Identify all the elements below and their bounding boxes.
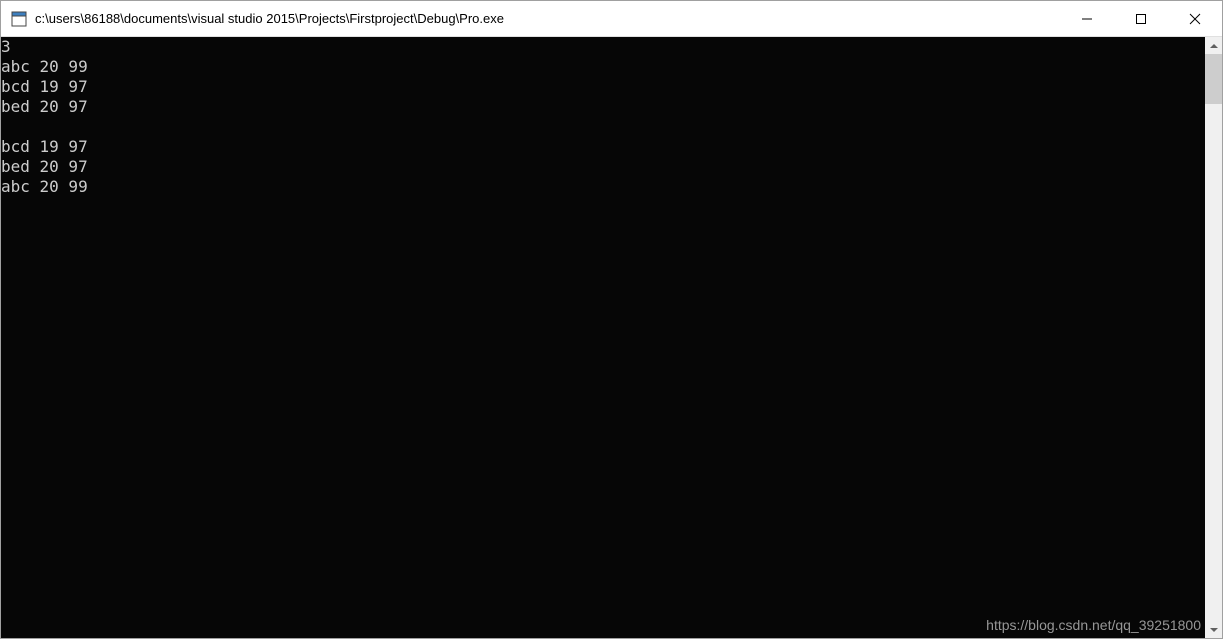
console-line: abc 20 99 xyxy=(1,57,1205,77)
scrollbar-thumb[interactable] xyxy=(1205,54,1222,104)
scrollbar-track[interactable] xyxy=(1205,54,1222,621)
window-controls xyxy=(1060,1,1222,36)
console-line: bed 20 97 xyxy=(1,157,1205,177)
close-icon xyxy=(1189,13,1201,25)
chevron-down-icon xyxy=(1210,626,1218,634)
close-button[interactable] xyxy=(1168,1,1222,36)
vertical-scrollbar[interactable] xyxy=(1205,37,1222,638)
chevron-up-icon xyxy=(1210,42,1218,50)
maximize-button[interactable] xyxy=(1114,1,1168,36)
titlebar[interactable]: c:\users\86188\documents\visual studio 2… xyxy=(1,1,1222,37)
scroll-down-button[interactable] xyxy=(1205,621,1222,638)
minimize-icon xyxy=(1081,13,1093,25)
maximize-icon xyxy=(1135,13,1147,25)
console-output[interactable]: 3abc 20 99bcd 19 97bed 20 97 bcd 19 97be… xyxy=(1,37,1205,638)
scroll-up-button[interactable] xyxy=(1205,37,1222,54)
console-line: bcd 19 97 xyxy=(1,137,1205,157)
console-line: bcd 19 97 xyxy=(1,77,1205,97)
console-window: c:\users\86188\documents\visual studio 2… xyxy=(0,0,1223,639)
console-line xyxy=(1,117,1205,137)
console-line: abc 20 99 xyxy=(1,177,1205,197)
console-line: 3 xyxy=(1,37,1205,57)
console-line: bed 20 97 xyxy=(1,97,1205,117)
console-area: 3abc 20 99bcd 19 97bed 20 97 bcd 19 97be… xyxy=(1,37,1222,638)
app-icon xyxy=(11,11,27,27)
window-title: c:\users\86188\documents\visual studio 2… xyxy=(35,11,1060,26)
minimize-button[interactable] xyxy=(1060,1,1114,36)
